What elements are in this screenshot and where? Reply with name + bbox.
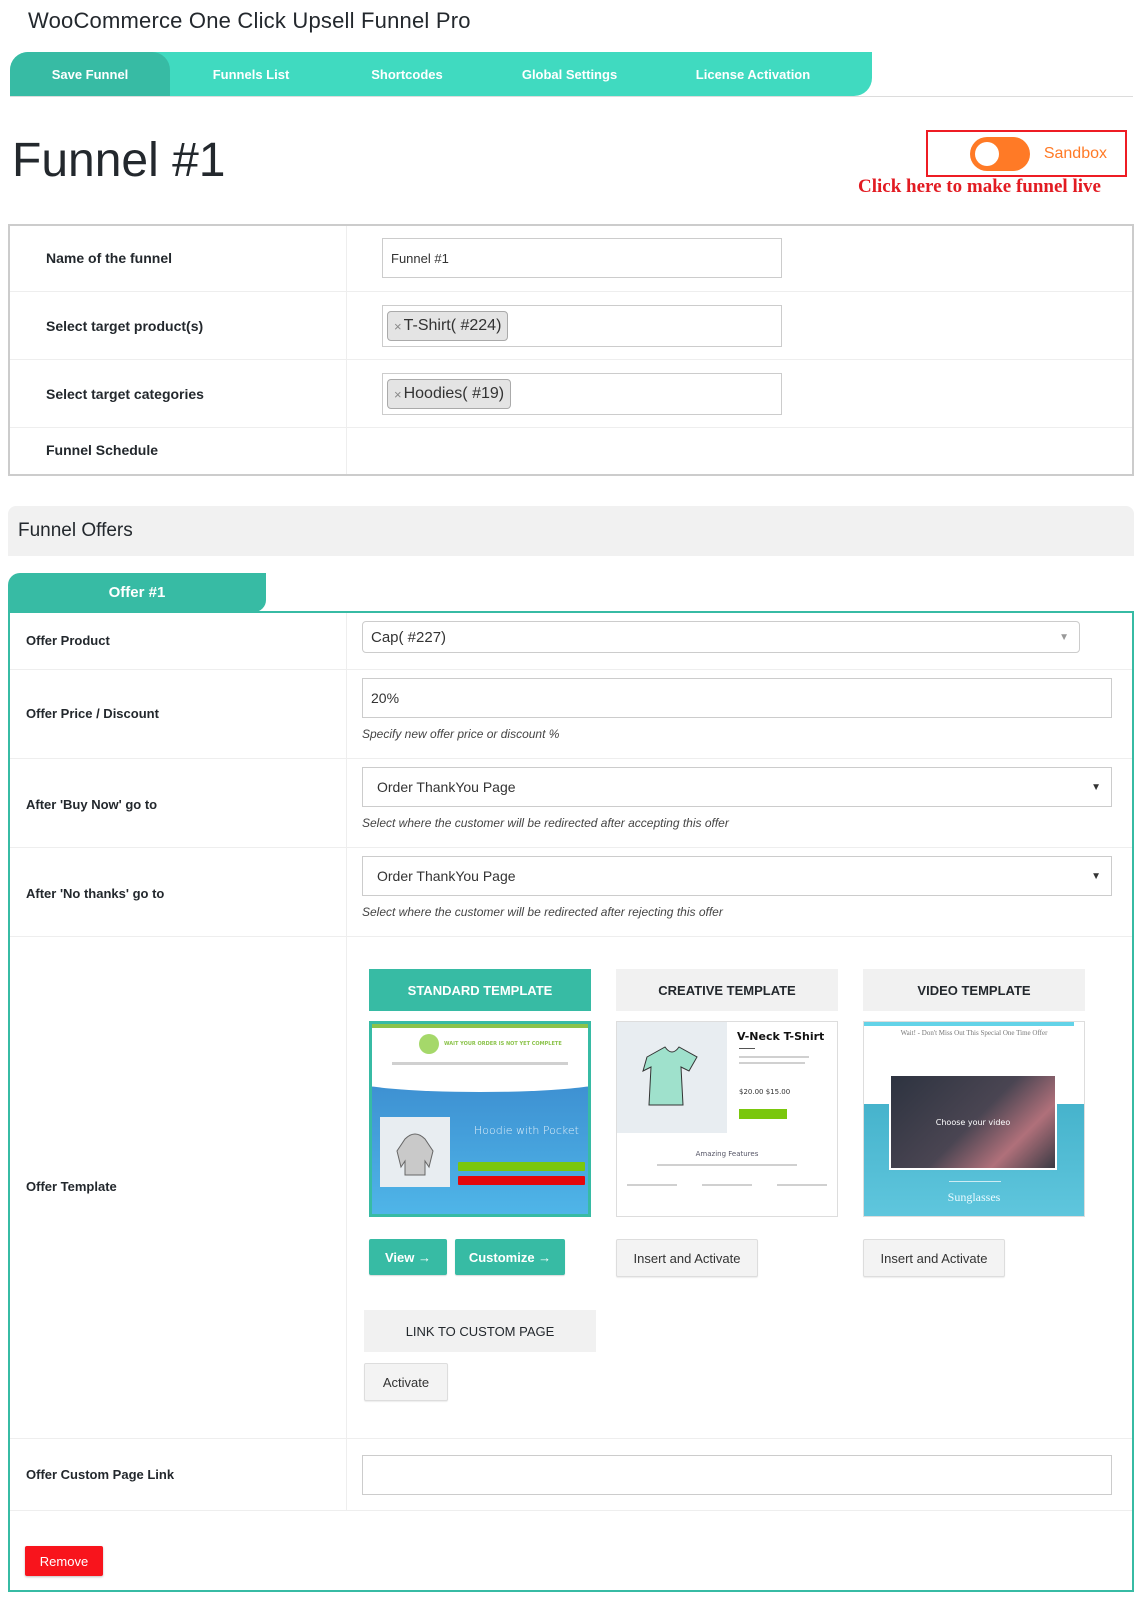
after-no-value: Order ThankYou Page <box>377 868 516 884</box>
offer-template-label: Offer Template <box>26 1179 117 1194</box>
nav-divider <box>10 96 1133 97</box>
hourglass-icon <box>419 1034 439 1054</box>
target-categories-select[interactable]: × Hoodies( #19) <box>382 373 782 415</box>
custom-page-title: LINK TO CUSTOM PAGE <box>364 1310 596 1352</box>
tab-license-activation[interactable]: License Activation <box>657 52 849 96</box>
sandbox-label: Sandbox <box>1043 144 1107 162</box>
creative-template-title: CREATIVE TEMPLATE <box>616 969 838 1011</box>
insert-creative-button[interactable]: Insert and Activate <box>616 1239 758 1277</box>
chevron-down-icon: ▼ <box>1091 781 1101 793</box>
sandbox-highlight: Sandbox <box>926 130 1127 177</box>
row-funnel-name: Name of the funnel Funnel #1 <box>10 226 1132 292</box>
preview-product-name: V-Neck T-Shirt <box>737 1030 825 1043</box>
target-products-label: Select target product(s) <box>46 318 204 334</box>
funnel-schedule-label: Funnel Schedule <box>46 442 159 458</box>
preview-headline: Wait! - Don't Miss Out This Special One … <box>900 1029 1048 1037</box>
standard-template-title: STANDARD TEMPLATE <box>369 969 591 1011</box>
insert-video-button[interactable]: Insert and Activate <box>863 1239 1005 1277</box>
tab-shortcodes[interactable]: Shortcodes <box>332 52 482 96</box>
customize-template-button[interactable]: Customize → <box>455 1239 565 1275</box>
offer-price-input[interactable]: 20% <box>362 678 1112 718</box>
preview-price: $20.00 $15.00 <box>739 1088 791 1096</box>
offer-price-label: Offer Price / Discount <box>26 706 159 721</box>
remove-offer-button[interactable]: Remove <box>25 1546 103 1576</box>
funnel-name-label: Name of the funnel <box>46 250 173 266</box>
offer-product-label: Offer Product <box>26 633 110 648</box>
activate-custom-button[interactable]: Activate <box>364 1363 448 1401</box>
custom-link-label: Offer Custom Page Link <box>26 1467 175 1482</box>
creative-template-card: CREATIVE TEMPLATE V-Neck T-Shirt $20.00 … <box>616 969 838 1277</box>
make-live-note: Click here to make funnel live <box>858 176 1101 197</box>
funnel-name-input[interactable]: Funnel #1 <box>382 238 782 278</box>
after-buy-value: Order ThankYou Page <box>377 779 516 795</box>
creative-template-preview[interactable]: V-Neck T-Shirt $20.00 $15.00 Amazing Fea… <box>616 1021 838 1217</box>
target-categories-label: Select target categories <box>46 386 204 402</box>
funnel-offers-header: Funnel Offers <box>8 506 1134 556</box>
row-target-products: Select target product(s) × T-Shirt( #224… <box>10 292 1132 360</box>
video-template-card: VIDEO TEMPLATE Wait! - Don't Miss Out Th… <box>863 969 1085 1277</box>
row-funnel-schedule: Funnel Schedule <box>10 428 1132 474</box>
custom-link-input[interactable] <box>362 1455 1112 1495</box>
tab-save-funnel[interactable]: Save Funnel <box>10 52 170 96</box>
after-buy-select[interactable]: Order ThankYou Page ▼ <box>362 767 1112 807</box>
row-custom-link: Offer Custom Page Link <box>10 1439 1132 1511</box>
offer-tab-1[interactable]: Offer #1 <box>8 573 266 612</box>
offer-price-help: Specify new offer price or discount % <box>362 727 560 741</box>
after-no-help: Select where the customer will be redire… <box>362 905 723 919</box>
view-template-button[interactable]: View → <box>369 1239 447 1275</box>
video-player: Choose your video <box>889 1074 1057 1170</box>
preview-product-name: Hoodie with Pocket <box>474 1124 579 1137</box>
offer-product-select[interactable]: Cap( #227) ▼ <box>362 621 1080 653</box>
funnel-settings-table: Name of the funnel Funnel #1 Select targ… <box>8 224 1134 476</box>
standard-template-card: STANDARD TEMPLATE WAIT YOUR ORDER IS NOT… <box>369 969 591 1275</box>
page-title: Funnel #1 <box>12 134 226 187</box>
tshirt-image <box>617 1022 727 1133</box>
after-buy-label: After 'Buy Now' go to <box>26 797 158 812</box>
offer-product-value: Cap( #227) <box>371 628 447 646</box>
chevron-down-icon: ▼ <box>1059 631 1069 643</box>
preview-product-name: Sunglasses <box>947 1190 1001 1204</box>
preview-banner: WAIT YOUR ORDER IS NOT YET COMPLETE <box>444 1041 562 1047</box>
row-after-buy: After 'Buy Now' go to Order ThankYou Pag… <box>10 759 1132 848</box>
row-after-no: After 'No thanks' go to Order ThankYou P… <box>10 848 1132 937</box>
sandbox-toggle[interactable] <box>969 136 1030 171</box>
after-no-label: After 'No thanks' go to <box>26 886 165 901</box>
preview-section-title: Amazing Features <box>695 1150 759 1158</box>
remove-tag-icon[interactable]: × <box>394 387 402 402</box>
remove-tag-icon[interactable]: × <box>394 319 402 334</box>
row-offer-price: Offer Price / Discount 20% Specify new o… <box>10 670 1132 759</box>
category-tag: × Hoodies( #19) <box>387 379 512 409</box>
product-tag: × T-Shirt( #224) <box>387 311 509 341</box>
after-no-select[interactable]: Order ThankYou Page ▼ <box>362 856 1112 896</box>
app-title: WooCommerce One Click Upsell Funnel Pro <box>28 8 471 33</box>
preview-video-text: Choose your video <box>935 1118 1011 1127</box>
target-products-select[interactable]: × T-Shirt( #224) <box>382 305 782 347</box>
tab-global-settings[interactable]: Global Settings <box>482 52 657 96</box>
row-offer-product: Offer Product Cap( #227) ▼ <box>10 613 1132 670</box>
tab-funnels-list[interactable]: Funnels List <box>170 52 332 96</box>
hoodie-image <box>380 1117 450 1187</box>
category-tag-label: Hoodies( #19) <box>403 385 505 402</box>
product-tag-label: T-Shirt( #224) <box>403 317 502 334</box>
video-template-preview[interactable]: Wait! - Don't Miss Out This Special One … <box>863 1021 1085 1217</box>
video-template-title: VIDEO TEMPLATE <box>863 969 1085 1011</box>
standard-template-preview[interactable]: WAIT YOUR ORDER IS NOT YET COMPLETE Hood… <box>369 1021 591 1217</box>
chevron-down-icon: ▼ <box>1091 870 1101 882</box>
main-nav: Save Funnel Funnels List Shortcodes Glob… <box>10 52 872 96</box>
toggle-knob <box>974 141 999 166</box>
after-buy-help: Select where the customer will be redire… <box>362 816 729 830</box>
row-target-categories: Select target categories × Hoodies( #19) <box>10 360 1132 428</box>
